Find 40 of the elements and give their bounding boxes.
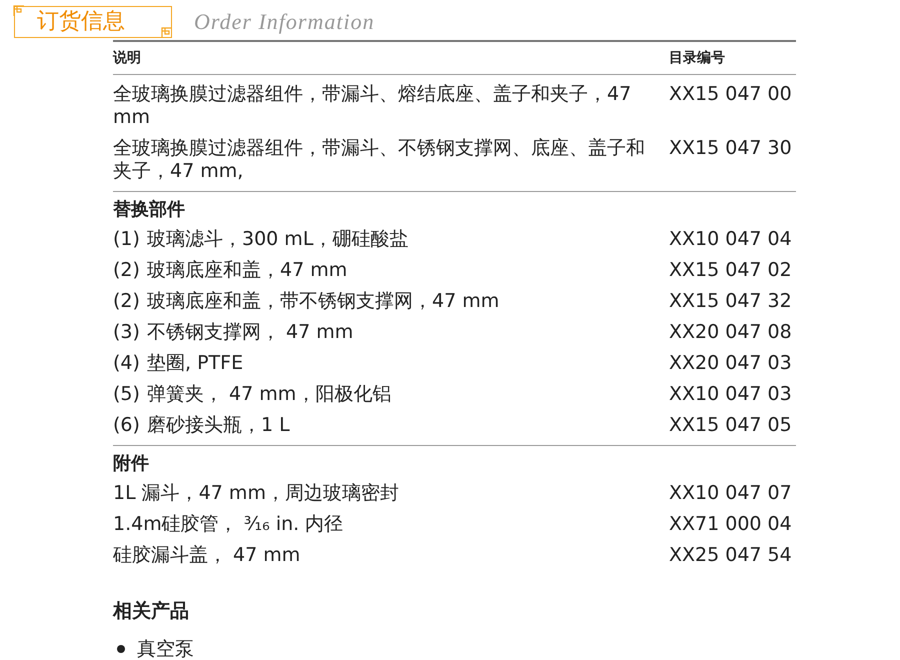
catalog-number: XX25 047 54 <box>669 544 792 567</box>
catalog-number: XX10 047 07 <box>669 482 792 505</box>
section-heading: 相关产品 <box>113 599 190 624</box>
catalog-number: XX10 047 04 <box>669 228 792 251</box>
list-item: 真空泵 <box>137 638 194 660</box>
item-description: 全玻璃换膜过滤器组件，带漏斗、熔结底座、盖子和夹子，47 mm <box>113 83 632 129</box>
item-index: (5) <box>113 383 141 406</box>
item-description: 1.4m硅胶管， ³⁄₁₆ in. 内径 <box>113 513 344 536</box>
item-description: 玻璃底座和盖，47 mm <box>147 259 348 282</box>
item-description: 弹簧夹， 47 mm，阳极化铝 <box>147 383 392 406</box>
item-description: 玻璃底座和盖，带不锈钢支撑网，47 mm <box>147 290 500 313</box>
item-index: (2) <box>113 259 141 282</box>
item-index: (4) <box>113 352 141 375</box>
column-header: 说明 <box>113 49 142 68</box>
catalog-number: XX20 047 03 <box>669 352 792 375</box>
catalog-number: XX15 047 30 <box>669 137 792 161</box>
item-index: (2) <box>113 290 141 313</box>
item-index: (3) <box>113 321 141 344</box>
section-heading: 附件 <box>113 452 150 476</box>
bullet-icon <box>117 645 125 653</box>
item-description: 1L 漏斗，47 mm，周边玻璃密封 <box>113 482 400 505</box>
item-index: (6) <box>113 414 141 437</box>
catalog-number: XX15 047 00 <box>669 83 792 107</box>
column-header: 目录编号 <box>669 49 725 68</box>
catalog-number: XX15 047 32 <box>669 290 792 313</box>
subtitle: Order Information <box>194 8 375 36</box>
catalog-number: XX15 047 02 <box>669 259 792 282</box>
section-heading: 替换部件 <box>113 198 186 222</box>
catalog-number: XX15 047 05 <box>669 414 792 437</box>
item-description: 磨砂接头瓶，1 L <box>147 414 291 437</box>
item-index: (1) <box>113 228 141 251</box>
item-description: 玻璃滤斗，300 mL，硼硅酸盐 <box>147 228 410 251</box>
catalog-number: XX71 000 04 <box>669 513 792 536</box>
item-description: 全玻璃换膜过滤器组件，带漏斗、不锈钢支撑网、底座、盖子和夹子，47 mm, <box>113 137 646 183</box>
item-description: 不锈钢支撑网， 47 mm <box>147 321 354 344</box>
item-description: 垫圈, PTFE <box>147 352 244 375</box>
catalog-number: XX20 047 08 <box>669 321 792 344</box>
catalog-number: XX10 047 03 <box>669 383 792 406</box>
item-description: 硅胶漏斗盖， 47 mm <box>113 544 302 567</box>
logo-title: 订货信息 <box>37 9 125 34</box>
